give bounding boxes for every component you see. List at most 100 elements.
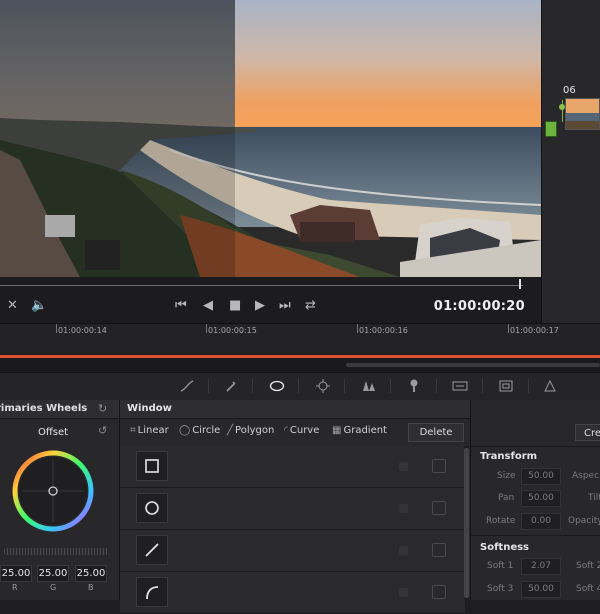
scrollbar-thumb[interactable] [464,448,469,598]
window-visibility-dot[interactable] [399,504,408,513]
size-field[interactable]: 50.00 [521,468,561,485]
skip-back-icon[interactable]: ⏮ [175,298,187,314]
soft2-label: Soft 2 [576,561,600,571]
node-graph-strip[interactable] [541,0,600,323]
skip-forward-icon[interactable]: ⏭ [279,298,291,314]
play-icon[interactable]: ▶ [255,298,265,314]
add-linear-label: Linear [137,425,169,436]
window-shape-buttons: ⌗ Linear ◯ Circle ╱ Polygon ◜ Curve ▦ Gradien… [120,419,470,445]
node-thumbnail[interactable] [565,98,600,130]
window-title: Window [127,403,172,414]
add-polygon-button[interactable]: ╱ Polygon [227,425,274,436]
red-value[interactable]: 25.00 [0,565,32,582]
add-linear-button[interactable]: ⌗ Linear [130,425,169,436]
stop-icon[interactable]: ■ [229,298,241,314]
offset-master-wheel[interactable] [4,548,108,555]
blue-channel-label: B [88,583,94,592]
divider [482,379,483,393]
window-enable-checkbox[interactable] [432,501,446,515]
window-enable-checkbox[interactable] [432,543,446,557]
timeline-scrollbar-area [0,358,600,372]
linear-window-icon [136,451,168,481]
pan-field[interactable]: 50.00 [521,490,561,507]
add-curve-button[interactable]: ◜ Curve [284,425,319,436]
window-list-scrollbar[interactable] [464,446,469,600]
divider [471,446,600,447]
window-header: Window [120,400,470,419]
eyedropper-icon[interactable] [222,378,240,394]
tick [206,324,207,333]
window-enable-checkbox[interactable] [432,459,446,473]
window-row-curve[interactable] [120,572,465,614]
reset-icon[interactable]: ↻ [98,402,107,415]
curve-icon: ◜ [284,425,288,436]
linear-icon: ⌗ [130,425,136,436]
soft1-label: Soft 1 [487,561,514,571]
softness-title: Softness [480,542,530,553]
window-row-linear[interactable] [120,446,465,488]
tick-label: 01:00:00:14 [58,326,107,335]
blue-value[interactable]: 25.00 [75,565,107,582]
divider [436,379,437,393]
circle-icon: ◯ [179,425,191,436]
divider [471,535,600,536]
tick [357,324,358,333]
tick-label: 01:00:00:17 [510,326,559,335]
divider [252,379,253,393]
divider [528,379,529,393]
gradient-icon: ▦ [332,425,342,436]
loop-icon[interactable]: ⇄ [305,298,316,314]
key-tool-icon[interactable] [405,378,423,394]
window-visibility-dot[interactable] [399,462,408,471]
add-circle-label: Circle [192,425,221,436]
create-button[interactable]: Crea [575,424,600,441]
window-properties-header [470,400,600,420]
window-row-circle[interactable] [120,488,465,530]
tick-label: 01:00:00:16 [359,326,408,335]
window-panel: Window ⌗ Linear ◯ Circle ╱ Polygon ◜ Curve ▦… [120,400,470,614]
divider [344,379,345,393]
opacity-label: Opacity [568,516,600,526]
curves-icon[interactable] [178,378,196,394]
rotate-field[interactable]: 0.00 [521,513,561,530]
sizing-icon[interactable] [451,378,469,394]
polygon-window-icon [136,535,168,565]
timeline-scrollbar[interactable] [346,363,600,367]
add-circle-button[interactable]: ◯ Circle [179,425,220,436]
scrub-bar[interactable] [0,277,541,289]
curve-window-icon [136,577,168,607]
volume-icon[interactable]: 🔈 [31,298,47,314]
window-visibility-dot[interactable] [399,546,408,555]
3d-icon[interactable] [497,378,515,394]
offset-reset-icon[interactable]: ↺ [98,424,107,437]
window-enable-checkbox[interactable] [432,585,446,599]
window-row-polygon[interactable] [120,530,465,572]
delete-button[interactable]: Delete [408,423,464,442]
viewer-image [0,0,541,277]
add-curve-label: Curve [289,425,320,436]
size-label: Size [497,471,516,481]
timeline-ruler[interactable]: 01:00:00:14 01:00:00:15 01:00:00:16 01:0… [0,323,600,354]
scrub-handle[interactable] [519,279,521,289]
green-value[interactable]: 25.00 [37,565,69,582]
add-gradient-button[interactable]: ▦ Gradient [332,425,387,436]
offset-color-wheel[interactable] [10,448,96,534]
window-icon[interactable] [268,378,286,394]
soft3-field[interactable]: 50.00 [521,581,561,598]
color-tools-toolbar [0,372,600,401]
scrub-track [0,285,523,286]
step-back-icon[interactable]: ◀ [203,298,213,314]
divider [208,379,209,393]
transform-title: Transform [480,451,538,462]
magic-mask-icon[interactable] [541,378,559,394]
add-polygon-label: Polygon [235,425,275,436]
green-channel-label: G [50,583,57,592]
close-icon[interactable]: ✕ [7,298,18,314]
window-visibility-dot[interactable] [399,588,408,597]
blur-icon[interactable] [360,378,378,394]
primaries-title: rimaries Wheels [0,403,88,414]
tracker-icon[interactable] [314,378,332,394]
key-icon[interactable] [545,121,557,137]
soft1-field[interactable]: 2.07 [521,558,561,575]
circle-window-icon [136,493,168,523]
